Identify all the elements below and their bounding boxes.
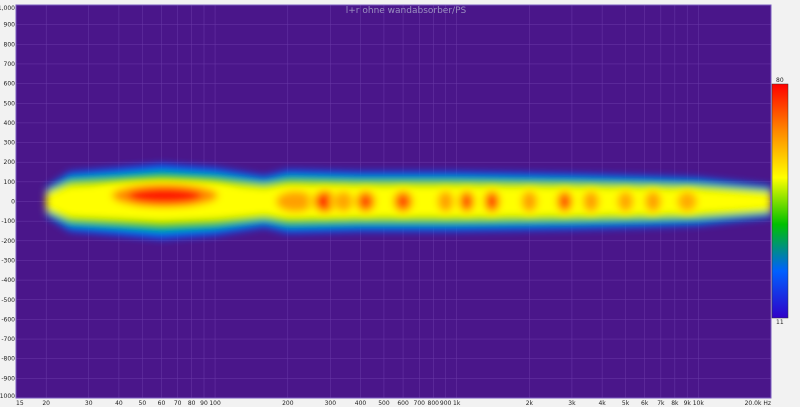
- x-tick-label: 200: [282, 400, 294, 407]
- x-tick-label: 300: [325, 400, 337, 407]
- y-tick-label: 900: [4, 22, 16, 29]
- hot-spot-mid: [333, 191, 354, 212]
- y-tick-label: 200: [4, 159, 16, 166]
- x-tick-label: 9k: [684, 400, 692, 407]
- x-tick-label: 3k: [568, 400, 576, 407]
- y-tick-label: 300: [4, 140, 16, 147]
- x-axis-ticks: 15 20 30 40 50 60 70 80 90 100 200 300 400 500 600 700 8…: [16, 400, 771, 407]
- y-tick-label: 400: [4, 120, 16, 127]
- colorbar-min-label: 11: [776, 319, 784, 326]
- y-tick-label: -300: [1, 257, 15, 264]
- x-tick-label: 70: [174, 400, 182, 407]
- y-tick-label: -800: [1, 356, 15, 363]
- x-tick-label: 90: [200, 400, 208, 407]
- x-tick-label: 800: [428, 400, 440, 407]
- x-tick-label: 1k: [453, 400, 461, 407]
- y-tick-label: -200: [1, 238, 15, 245]
- hot-spot-core: [128, 187, 202, 205]
- hot-spot-mid: [645, 191, 661, 212]
- y-tick-label: -400: [1, 277, 15, 284]
- y-tick-label: -600: [1, 316, 15, 323]
- y-tick-label: -500: [1, 297, 15, 304]
- hot-spot-mid: [617, 191, 634, 212]
- x-tick-label: 60: [158, 400, 166, 407]
- hot-spot-core: [559, 193, 571, 210]
- y-tick-label: -700: [1, 336, 15, 343]
- x-tick-label: 500: [378, 400, 390, 407]
- y-tick-label: -900: [1, 375, 15, 382]
- x-tick-label: 6k: [641, 400, 649, 407]
- x-tick-label: 20.0k Hz: [745, 400, 771, 407]
- y-tick-label: -1000: [0, 393, 15, 400]
- hot-spot-core: [358, 193, 373, 210]
- y-tick-label: 0: [11, 199, 15, 206]
- x-tick-label: 80: [188, 400, 196, 407]
- x-tick-label: 15: [16, 400, 24, 407]
- x-tick-label: 100: [209, 400, 221, 407]
- x-tick-label: 50: [139, 400, 147, 407]
- hot-spot-mid: [276, 191, 315, 212]
- hot-spot-core: [396, 193, 410, 210]
- x-tick-label: 5k: [622, 400, 630, 407]
- y-tick-label: 800: [4, 41, 16, 48]
- y-tick-label: 1,000: [0, 5, 15, 12]
- x-tick-label: 2k: [526, 400, 534, 407]
- chart-title: l+r ohne wandabsorber/PS: [346, 6, 467, 16]
- x-tick-label: 4k: [598, 400, 606, 407]
- heatmap-svg: 15 20 30 40 50 60 70 80 90 100 200 300 400 500 600 700 8…: [0, 4, 789, 407]
- y-tick-label: -100: [1, 218, 15, 225]
- y-tick-label: 500: [4, 100, 16, 107]
- x-tick-label: 8k: [671, 400, 679, 407]
- x-tick-label: 20: [42, 400, 50, 407]
- hot-spot-core: [486, 193, 498, 210]
- colorbar-max-label: 80: [776, 77, 784, 84]
- heatmap-chart: 15 20 30 40 50 60 70 80 90 100 200 300 400 500 600 700 8…: [0, 0, 800, 407]
- x-tick-label: 10k: [693, 400, 705, 407]
- y-tick-label: 700: [4, 61, 16, 68]
- x-tick-label: 7k: [657, 400, 665, 407]
- x-tick-label: 900: [440, 400, 452, 407]
- hot-spot-mid: [677, 191, 697, 212]
- hot-spot-core: [461, 193, 472, 210]
- y-tick-label: 100: [4, 179, 16, 186]
- x-tick-label: 700: [414, 400, 426, 407]
- hot-spot-mid: [583, 191, 599, 212]
- x-tick-label: 30: [85, 400, 93, 407]
- x-tick-label: 600: [397, 400, 409, 407]
- y-tick-label: 600: [4, 81, 16, 88]
- x-tick-label: 40: [115, 400, 123, 407]
- hot-spot-mid: [437, 191, 454, 212]
- colorbar: [771, 83, 789, 319]
- x-tick-label: 400: [355, 400, 367, 407]
- y-axis-ticks: 1,000 900 800 700 600 500 400 300 200 100 0 -100 -20…: [0, 5, 15, 400]
- hot-spot-mid: [521, 191, 538, 212]
